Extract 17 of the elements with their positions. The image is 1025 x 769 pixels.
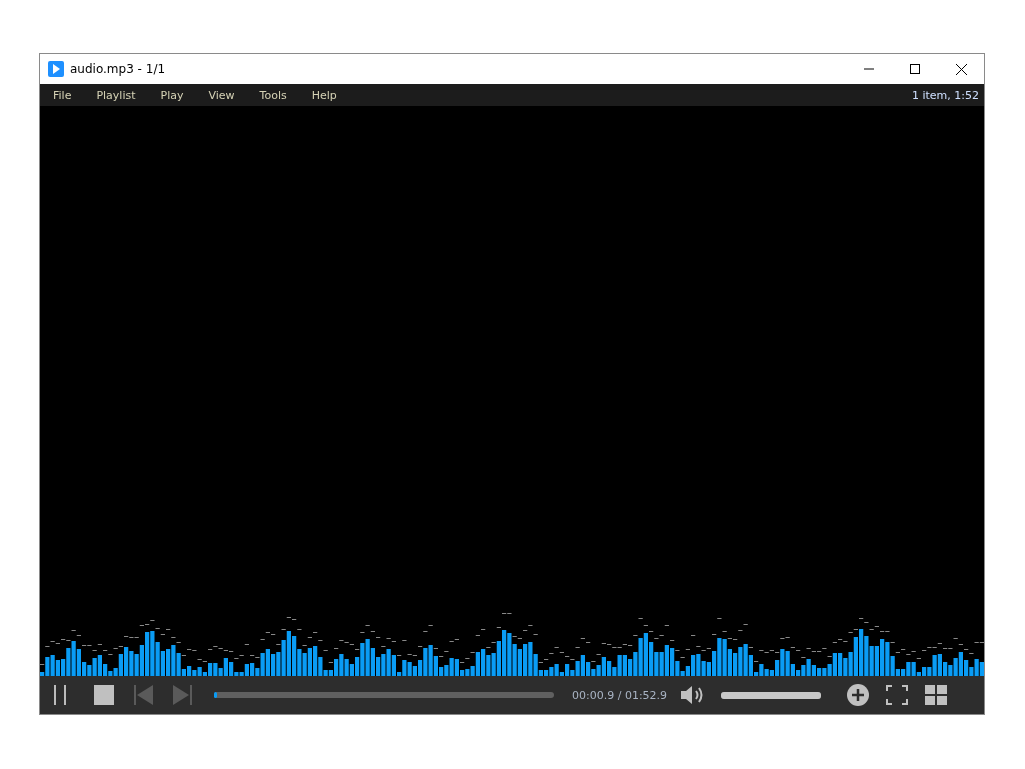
menu-item[interactable]: Tools [250, 88, 296, 102]
window-title: audio.mp3 - 1/1 [70, 62, 167, 76]
fullscreen-icon[interactable] [886, 685, 909, 705]
menu-item[interactable]: Play [151, 88, 193, 102]
close-icon[interactable] [955, 63, 967, 75]
menu-item[interactable]: View [199, 88, 244, 102]
time-display: 00:00.9 / 01:52.9 [572, 688, 668, 702]
pause-button[interactable] [52, 685, 68, 705]
menu-item[interactable]: Help [302, 88, 346, 102]
maximize-icon[interactable] [910, 64, 920, 74]
volume-slider[interactable] [721, 691, 822, 699]
grid-layout-icon[interactable] [925, 685, 948, 705]
play-logo-icon [48, 61, 64, 77]
playlist-status: 1 item, 1:52 [911, 88, 979, 102]
add-icon[interactable] [847, 684, 870, 706]
menu-item[interactable]: File [44, 88, 81, 102]
menu-item[interactable]: Playlist [87, 88, 145, 102]
